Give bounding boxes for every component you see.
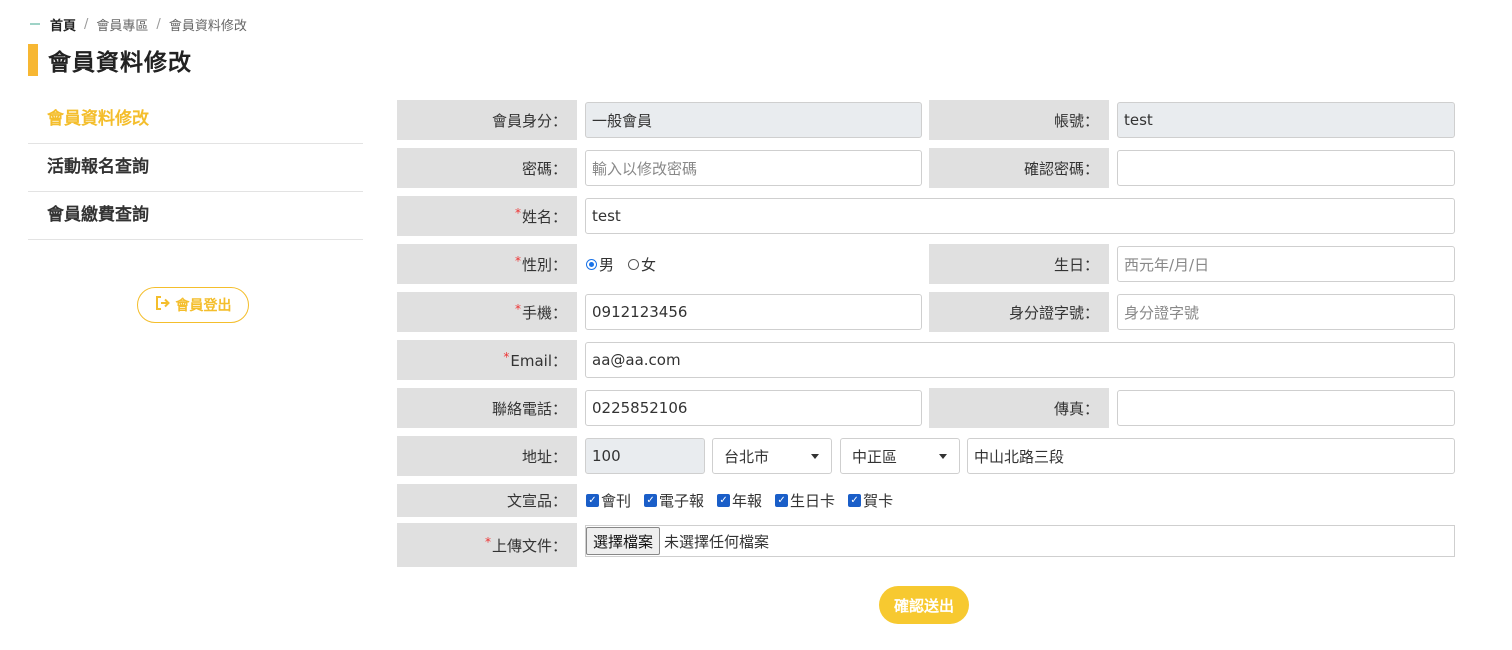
breadcrumb-home-link[interactable]: 首頁: [50, 15, 76, 34]
email-input[interactable]: aa@aa.com: [585, 342, 1455, 378]
form-row-publications: 文宣品： ✓ 會刊 ✓ 電子報 ✓ 年報 ✓ 生日卡 ✓ 賀卡: [397, 484, 1455, 517]
checkbox-checked-icon[interactable]: ✓: [586, 494, 599, 507]
gender-option-female[interactable]: 女: [628, 254, 656, 275]
sidebar-item-profile-edit[interactable]: 會員資料修改: [28, 96, 363, 144]
name-label: * 姓名：: [397, 196, 577, 236]
form-row-email: * Email： aa@aa.com: [397, 340, 1455, 380]
form-row-phone: 聯絡電話： 0225852106 傳真：: [397, 388, 1455, 428]
form-row-password: 密碼： 輸入以修改密碼 確認密碼：: [397, 148, 1455, 188]
radio-checked-icon[interactable]: [586, 258, 597, 270]
gender-label: * 性別：: [397, 244, 577, 284]
form-row-member-type: 會員身分： 一般會員 帳號： test: [397, 100, 1455, 140]
chevron-down-icon: [939, 454, 947, 459]
file-status-text: 未選擇任何檔案: [664, 532, 770, 551]
street-input[interactable]: 中山北路三段: [967, 438, 1455, 474]
email-label: * Email：: [397, 340, 577, 380]
checkbox-checked-icon[interactable]: ✓: [717, 494, 731, 507]
sidebar-item-event-registration[interactable]: 活動報名查詢: [28, 144, 363, 192]
birthday-label: 生日：: [929, 244, 1109, 284]
required-mark: *: [514, 302, 521, 316]
submit-button[interactable]: 確認送出: [879, 586, 969, 624]
password-label: 密碼：: [397, 148, 577, 188]
sidebar-item-payment-query[interactable]: 會員繳費查詢: [28, 192, 363, 240]
confirm-password-input[interactable]: [1117, 150, 1455, 186]
id-number-input[interactable]: 身分證字號: [1117, 294, 1455, 330]
publication-option-magazine[interactable]: ✓ 會刊: [586, 490, 631, 511]
breadcrumb-current: 會員資料修改: [168, 18, 247, 34]
birthday-input[interactable]: 西元年/月/日: [1117, 246, 1455, 282]
phone-input[interactable]: 0225852106: [585, 390, 922, 426]
fax-input[interactable]: [1117, 390, 1455, 426]
form-row-name: * 姓名： test: [397, 196, 1455, 236]
account-label: 帳號：: [929, 100, 1109, 140]
breadcrumb-dash: [30, 23, 40, 25]
checkbox-checked-icon[interactable]: ✓: [644, 494, 658, 507]
checkbox-checked-icon[interactable]: ✓: [848, 494, 862, 507]
breadcrumb-separator: /: [156, 16, 161, 32]
name-input[interactable]: test: [585, 198, 1455, 234]
breadcrumb-separator: /: [84, 16, 89, 32]
sidebar: 會員資料修改 活動報名查詢 會員繳費查詢: [28, 96, 363, 240]
zip-code-field: 100: [585, 438, 705, 474]
address-label: 地址：: [397, 436, 577, 476]
city-select[interactable]: 台北市: [712, 438, 832, 474]
title-accent-bar: [28, 44, 38, 76]
page-title: 會員資料修改: [28, 44, 192, 76]
publication-option-greeting-card[interactable]: ✓ 賀卡: [848, 490, 893, 511]
radio-unchecked-icon[interactable]: [628, 258, 640, 270]
logout-button[interactable]: 會員登出: [137, 287, 249, 323]
publication-option-birthday-card[interactable]: ✓ 生日卡: [775, 490, 835, 511]
publications-label: 文宣品：: [397, 484, 577, 517]
district-select[interactable]: 中正區: [840, 438, 960, 474]
checkbox-checked-icon[interactable]: ✓: [775, 494, 789, 507]
form-row-mobile: * 手機： 0912123456 身分證字號： 身分證字號: [397, 292, 1455, 332]
logout-label: 會員登出: [175, 298, 232, 314]
id-number-label: 身分證字號：: [929, 292, 1109, 332]
sign-out-icon: [155, 296, 171, 314]
member-type-field: 一般會員: [585, 102, 922, 138]
required-mark: *: [514, 254, 521, 268]
publication-option-annual-report[interactable]: ✓ 年報: [717, 490, 762, 511]
breadcrumb-section-link[interactable]: 會員專區: [96, 15, 148, 34]
required-mark: *: [484, 535, 491, 549]
account-field: test: [1117, 102, 1455, 138]
required-mark: *: [503, 350, 510, 364]
gender-option-male[interactable]: 男: [586, 254, 614, 275]
publications-checkbox-group: ✓ 會刊 ✓ 電子報 ✓ 年報 ✓ 生日卡 ✓ 賀卡: [586, 484, 906, 517]
member-type-label: 會員身分：: [397, 100, 577, 140]
required-mark: *: [514, 206, 521, 220]
breadcrumb: 首頁 / 會員專區 / 會員資料修改: [30, 14, 247, 34]
phone-label: 聯絡電話：: [397, 388, 577, 428]
mobile-input[interactable]: 0912123456: [585, 294, 922, 330]
form-row-address: 地址： 100 台北市 中正區 中山北路三段: [397, 436, 1455, 476]
publication-option-newsletter[interactable]: ✓ 電子報: [644, 490, 704, 511]
gender-radio-group: 男 女: [586, 244, 656, 284]
password-input[interactable]: 輸入以修改密碼: [585, 150, 922, 186]
mobile-label: * 手機：: [397, 292, 577, 332]
fax-label: 傳真：: [929, 388, 1109, 428]
form-row-upload: * 上傳文件： 選擇檔案 未選擇任何檔案: [397, 523, 1455, 567]
choose-file-button[interactable]: 選擇檔案: [586, 527, 661, 555]
chevron-down-icon: [811, 454, 819, 459]
file-upload-input[interactable]: 選擇檔案 未選擇任何檔案: [585, 525, 1455, 557]
page-title-text: 會員資料修改: [48, 50, 192, 76]
form-row-gender: * 性別： 男 女 生日： 西元年/月/日: [397, 244, 1455, 284]
confirm-password-label: 確認密碼：: [929, 148, 1109, 188]
upload-label: * 上傳文件：: [397, 523, 577, 567]
